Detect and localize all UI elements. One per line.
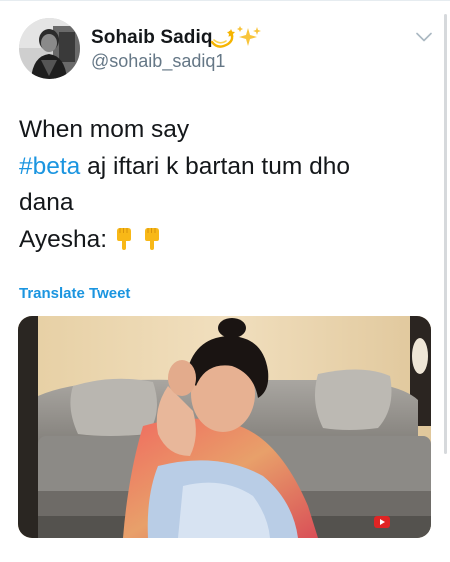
tweet-text-line: Ayesha: [19, 222, 429, 259]
tweet-text: When mom say #beta aj iftari k bartan tu… [19, 112, 429, 258]
dizzy-sparkles-emoji-icon [210, 26, 261, 48]
hashtag-link[interactable]: #beta [19, 153, 80, 180]
divider [0, 0, 450, 1]
point-down-emoji-icon [145, 227, 160, 250]
tweet-text-segment: aj iftari k bartan tum dho [80, 152, 350, 180]
translate-tweet-link[interactable]: Translate Tweet [19, 285, 130, 302]
point-down-emoji-icon [117, 227, 132, 250]
tweet-text-line: When mom say [19, 116, 190, 143]
handle[interactable]: @sohaib_sadiq1 [91, 51, 225, 72]
tweet-media-image[interactable] [18, 316, 431, 538]
tweet-text-line: dana [19, 189, 74, 216]
chevron-down-icon[interactable] [416, 32, 432, 42]
avatar-image [19, 18, 80, 79]
scrollbar[interactable] [444, 14, 447, 454]
tweet-text-line: #beta aj iftari k bartan tum dho [19, 149, 429, 186]
avatar[interactable] [19, 18, 80, 79]
tweet-card[interactable]: Sohaib Sadiq @sohaib_sadiq1 When mom say… [0, 0, 450, 562]
spacer [0, 538, 450, 562]
tweet-text-segment: Ayesha: [19, 225, 108, 253]
image-thumbnail-icon [18, 316, 431, 538]
display-name[interactable]: Sohaib Sadiq [91, 27, 213, 49]
